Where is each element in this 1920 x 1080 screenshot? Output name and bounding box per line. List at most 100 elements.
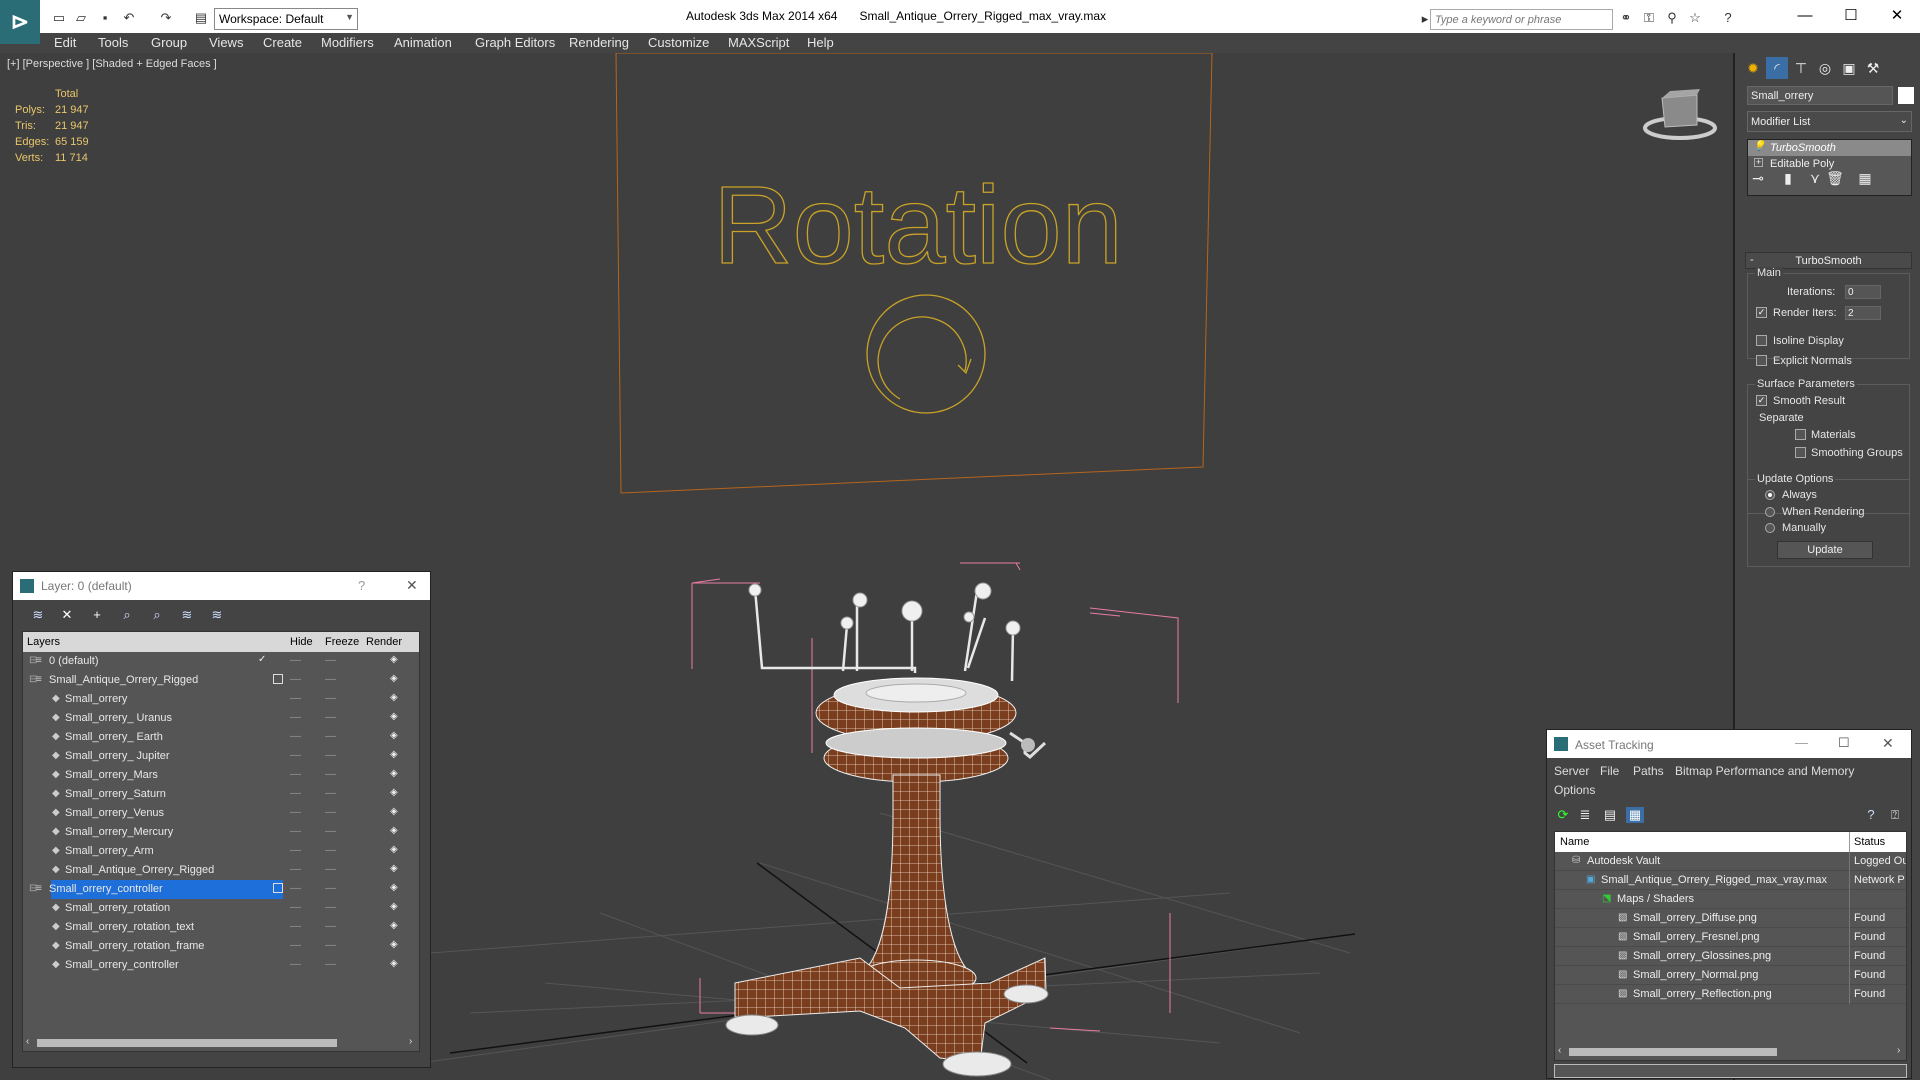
create-tab-icon[interactable]: ✹ (1742, 57, 1764, 79)
help-icon[interactable]: ? (1862, 807, 1880, 823)
column-divider[interactable] (1849, 832, 1850, 852)
menu-modifiers[interactable]: Modifiers (321, 35, 374, 50)
highlight-selected-checkbox[interactable] (273, 883, 283, 893)
asset-name[interactable]: Small_orrery_Glossines.png (1633, 950, 1771, 962)
hide-toggle[interactable]: –– (290, 883, 304, 894)
column-name[interactable]: Name (1560, 836, 1589, 848)
hide-toggle[interactable]: –– (290, 693, 304, 704)
list-view-icon[interactable]: ≣ (1576, 807, 1594, 823)
freeze-toggle[interactable]: –– (325, 731, 339, 742)
asset-name[interactable]: Small_orrery_Reflection.png (1633, 988, 1772, 1000)
scrollbar-thumb[interactable] (1569, 1048, 1777, 1056)
layer-row[interactable]: ◆ Small_orrery_rotation_frame –– –– ◈ (23, 937, 419, 956)
menu-group[interactable]: Group (151, 35, 187, 50)
freeze-toggle[interactable]: –– (325, 693, 339, 704)
freeze-toggle[interactable]: –– (325, 826, 339, 837)
create-layer-icon[interactable]: ≋ (29, 607, 47, 623)
asset-menu-bitmap[interactable]: Bitmap Performance and Memory (1675, 764, 1854, 778)
hide-toggle[interactable]: –– (290, 769, 304, 780)
render-teapot-icon[interactable]: ◈ (390, 806, 398, 817)
layer-name[interactable]: Small_Antique_Orrery_Rigged (49, 674, 198, 686)
asset-menu-server[interactable]: Server (1554, 764, 1589, 778)
hide-toggle[interactable]: –– (290, 826, 304, 837)
freeze-toggle[interactable]: –– (325, 788, 339, 799)
freeze-toggle[interactable]: –– (325, 959, 339, 970)
scroll-left-icon[interactable]: ‹ (1558, 1045, 1561, 1056)
layer-name[interactable]: Small_Antique_Orrery_Rigged (65, 864, 214, 876)
asset-row[interactable]: ▧ Small_orrery_Glossines.png Found (1555, 947, 1906, 966)
redo-icon[interactable]: ↷ (157, 10, 175, 26)
menu-animation[interactable]: Animation (394, 35, 452, 50)
freeze-toggle[interactable]: –– (325, 902, 339, 913)
add-to-layer-icon[interactable]: + (88, 607, 106, 623)
render-iters-spinner[interactable]: 2 (1845, 306, 1881, 320)
hide-toggle[interactable]: –– (290, 845, 304, 856)
layer-name[interactable]: Small_orrery_controller (65, 959, 179, 971)
manually-radio[interactable] (1765, 523, 1775, 533)
render-teapot-icon[interactable]: ◈ (390, 692, 398, 703)
delete-layer-icon[interactable]: ✕ (58, 607, 76, 623)
asset-table[interactable]: Name Status ⛁ Autodesk Vault Logged Ou ▣ Sma… (1554, 831, 1907, 1061)
viewport-label[interactable]: [+] [Perspective ] [Shaded + Edged Faces… (7, 58, 217, 70)
render-teapot-icon[interactable]: ◈ (390, 787, 398, 798)
asset-row[interactable]: ▣ Small_Antique_Orrery_Rigged_max_vray.ma… (1555, 871, 1906, 890)
hide-toggle[interactable]: –– (290, 902, 304, 913)
hide-toggle[interactable]: –– (290, 674, 304, 685)
object-color-swatch[interactable] (1898, 87, 1914, 104)
freeze-toggle[interactable]: –– (325, 921, 339, 932)
help-icon[interactable]: ? (1719, 10, 1737, 26)
freeze-toggle[interactable]: –– (325, 845, 339, 856)
search-input[interactable]: Type a keyword or phrase (1430, 9, 1613, 30)
favorites-star-icon[interactable]: ☆ (1686, 10, 1704, 26)
asset-row[interactable]: ⬔ Maps / Shaders (1555, 890, 1906, 909)
freeze-toggle[interactable]: –– (325, 807, 339, 818)
layer-horizontal-scrollbar[interactable]: ‹ › (23, 1034, 419, 1051)
asset-name[interactable]: Maps / Shaders (1617, 893, 1694, 905)
layer-row[interactable]: ◆ Small_orrery_rotation –– –– ◈ (23, 899, 419, 918)
asset-menu-paths[interactable]: Paths (1633, 764, 1664, 778)
iterations-spinner[interactable]: 0 (1845, 285, 1881, 299)
layer-row[interactable]: ◆ Small_orrery_controller –– –– ◈ (23, 956, 419, 975)
freeze-toggle[interactable]: –– (325, 750, 339, 761)
freeze-toggle[interactable]: –– (325, 883, 339, 894)
isoline-display-checkbox[interactable] (1756, 335, 1767, 346)
freeze-toggle[interactable]: –– (325, 769, 339, 780)
menu-maxscript[interactable]: MAXScript (728, 35, 789, 50)
asset-name[interactable]: Small_Antique_Orrery_Rigged_max_vray.max (1601, 874, 1827, 886)
render-teapot-icon[interactable]: ◈ (390, 882, 398, 893)
render-teapot-icon[interactable]: ◈ (390, 920, 398, 931)
lightbulb-icon[interactable]: 💡 (1753, 141, 1765, 152)
asset-name[interactable]: Small_orrery_Diffuse.png (1633, 912, 1757, 924)
layer-name[interactable]: Small_orrery_Saturn (65, 788, 166, 800)
layer-name[interactable]: Small_orrery_Mars (65, 769, 158, 781)
always-radio[interactable] (1765, 490, 1775, 500)
layer-name[interactable]: Small_orrery (65, 693, 127, 705)
layer-name[interactable]: Small_orrery_ Jupiter (65, 750, 170, 762)
undo-icon[interactable]: ↶ (120, 10, 138, 26)
when-rendering-radio[interactable] (1765, 507, 1775, 517)
stack-item-turbosmooth[interactable]: 💡 TurboSmooth (1748, 140, 1911, 156)
layer-name[interactable]: 0 (default) (49, 655, 99, 667)
highlight-selected-checkbox[interactable] (273, 674, 283, 684)
asset-row[interactable]: ⛁ Autodesk Vault Logged Ou (1555, 852, 1906, 871)
hide-all-layers-icon[interactable]: ≋ (178, 607, 196, 623)
render-iters-checkbox[interactable]: ✓ (1756, 307, 1767, 318)
layer-name[interactable]: Small_orrery_rotation_text (65, 921, 194, 933)
layer-name[interactable]: Small_orrery_rotation (65, 902, 170, 914)
refresh-icon[interactable]: ⟳ (1554, 807, 1572, 823)
column-freeze[interactable]: Freeze (325, 636, 359, 648)
menu-edit[interactable]: Edit (54, 35, 76, 50)
layer-row[interactable]: ◆ Small_orrery_Mercury –– –– ◈ (23, 823, 419, 842)
asset-horizontal-scrollbar[interactable]: ‹ › (1555, 1043, 1906, 1060)
new-file-icon[interactable]: ▭ (50, 10, 68, 26)
layer-row[interactable]: ◆ Small_orrery_ Uranus –– –– ◈ (23, 709, 419, 728)
asset-menu-file[interactable]: File (1600, 764, 1619, 778)
asset-name[interactable]: Small_orrery_Normal.png (1633, 969, 1758, 981)
display-tab-icon[interactable]: ▣ (1838, 57, 1860, 79)
asset-panel-titlebar[interactable]: Asset Tracking — ☐ ✕ (1547, 730, 1911, 758)
maximize-icon[interactable]: ☐ (1836, 6, 1866, 26)
layer-row[interactable]: ◆ Small_orrery_ Earth –– –– ◈ (23, 728, 419, 747)
open-file-icon[interactable]: ▱ (72, 10, 90, 26)
freeze-toggle[interactable]: –– (325, 712, 339, 723)
menu-help[interactable]: Help (807, 35, 834, 50)
